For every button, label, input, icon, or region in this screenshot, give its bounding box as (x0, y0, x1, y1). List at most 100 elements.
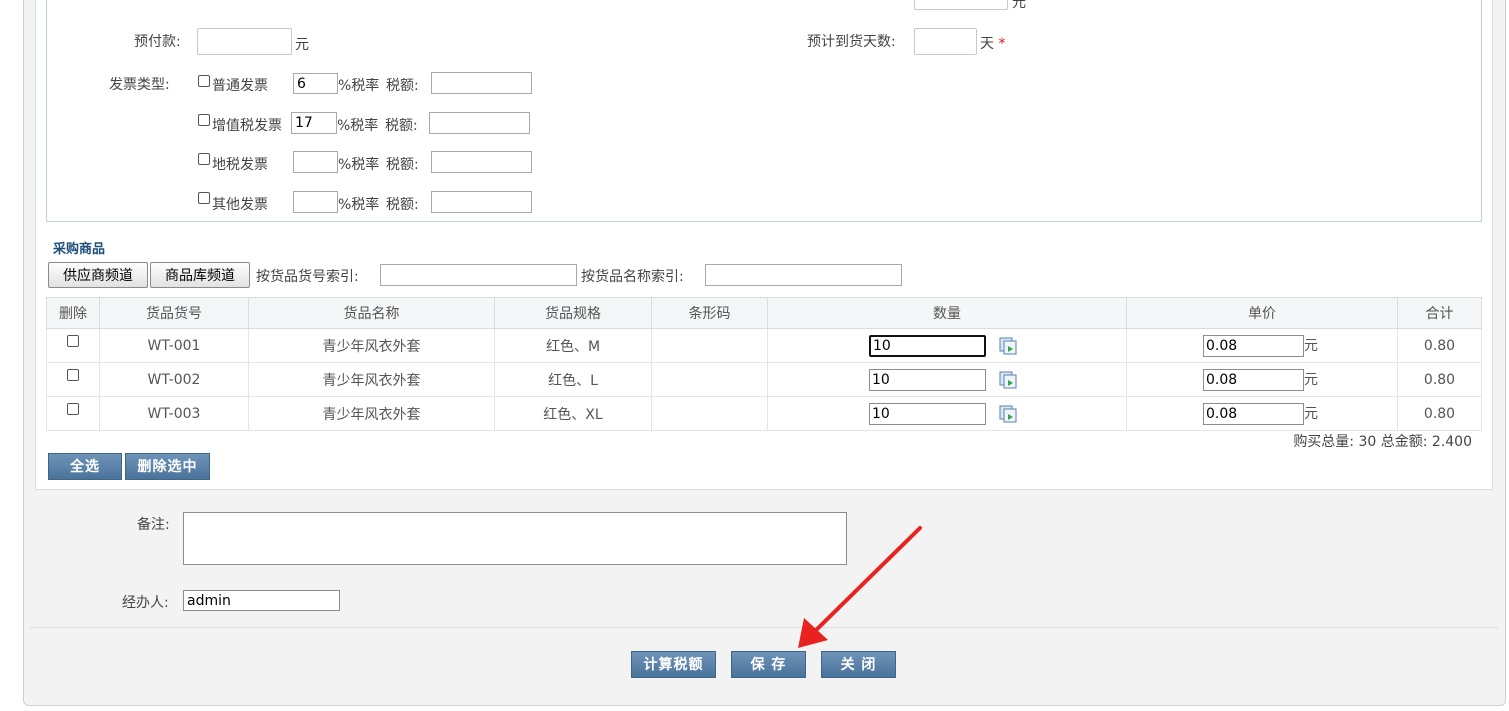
row-spec: 红色、L (494, 362, 652, 397)
handler-label: 经办人: (122, 595, 169, 611)
table-row: WT-002 青少年风衣外套 红色、L 元 0.80 (46, 362, 1482, 397)
prepay-unit: 元 (295, 37, 309, 53)
notes-textarea[interactable] (183, 512, 847, 565)
table-row: WT-001 青少年风衣外套 红色、M 元 0.80 (46, 328, 1482, 363)
row-price-cell: 元 (1126, 328, 1398, 363)
row-spec: 红色、XL (494, 396, 652, 431)
row-select-checkbox[interactable] (67, 368, 79, 381)
row-barcode (651, 396, 768, 431)
row-price-cell: 元 (1126, 362, 1398, 397)
row-spec: 红色、M (494, 328, 652, 363)
row-total: 0.80 (1397, 328, 1482, 363)
row-price-input[interactable] (1203, 368, 1304, 391)
row-price-input[interactable] (1203, 334, 1304, 357)
invoice-ordinary-tax-label: 税额: (386, 78, 419, 94)
copy-fill-icon[interactable] (999, 371, 1017, 389)
invoice-local-tax-checkbox[interactable] (198, 153, 210, 165)
handler-input[interactable] (183, 590, 340, 611)
invoice-vat-tax[interactable] (429, 112, 530, 134)
row-quantity-input[interactable] (869, 334, 986, 357)
supplier-channel-button[interactable]: 供应商频道 (48, 262, 148, 288)
row-select-checkbox[interactable] (67, 402, 79, 415)
invoice-other-tax-label: 税额: (386, 197, 419, 213)
order-summary: 购买总量: 30 总金额: 2.400 (1293, 434, 1472, 450)
copy-fill-icon[interactable] (999, 337, 1017, 355)
invoice-other-rate-suffix: %税率 (338, 197, 380, 213)
invoice-other-checkbox[interactable] (198, 192, 210, 204)
expected-days-unit: 天 * (980, 33, 1005, 53)
copy-fill-icon[interactable] (999, 405, 1017, 423)
notes-label: 备注: (137, 517, 170, 533)
calc-tax-button[interactable]: 计算税额 (631, 651, 716, 678)
goods-table: 删除 货品货号 货品名称 货品规格 条形码 数量 单价 合计 WT-001 青少… (46, 297, 1482, 431)
row-total: 0.80 (1397, 396, 1482, 431)
invoice-vat-rate[interactable] (291, 112, 337, 134)
col-price: 单价 (1126, 297, 1398, 329)
invoice-local-tax-label: 地税发票 (212, 157, 268, 173)
goods-section-title: 采购商品 (53, 242, 106, 257)
invoice-vat-checkbox[interactable] (198, 114, 210, 126)
invoice-ordinary-tax[interactable] (431, 72, 532, 94)
row-quantity-input[interactable] (869, 368, 986, 391)
invoice-ordinary-rate[interactable] (293, 73, 338, 94)
row-code: WT-001 (99, 328, 249, 363)
invoice-local-tax-tax-label: 税额: (386, 157, 419, 173)
select-all-button[interactable]: 全选 (48, 453, 122, 480)
row-barcode (651, 328, 768, 363)
row-code: WT-003 (99, 396, 249, 431)
top-partial-unit: 元 (1012, 0, 1026, 11)
row-code: WT-002 (99, 362, 249, 397)
col-quantity: 数量 (767, 297, 1127, 329)
invoice-vat-label: 增值税发票 (212, 118, 282, 134)
save-button[interactable]: 保 存 (731, 651, 806, 678)
row-delete-cell (46, 328, 100, 363)
row-price-unit: 元 (1304, 405, 1318, 422)
delete-selected-button[interactable]: 删除选中 (125, 453, 210, 480)
invoice-vat-rate-suffix: %税率 (337, 118, 379, 134)
invoice-ordinary-checkbox[interactable] (198, 75, 210, 87)
col-code: 货品货号 (99, 297, 249, 329)
name-search-label: 按货品名称索引: (581, 269, 684, 285)
goods-table-header: 删除 货品货号 货品名称 货品规格 条形码 数量 单价 合计 (46, 297, 1482, 329)
days-unit-text: 天 (980, 36, 994, 52)
row-total: 0.80 (1397, 362, 1482, 397)
close-button[interactable]: 关 闭 (821, 651, 896, 678)
row-delete-cell (46, 362, 100, 397)
required-mark: * (998, 36, 1006, 52)
invoice-local-tax-rate[interactable] (293, 151, 338, 173)
invoice-local-tax-tax[interactable] (431, 151, 532, 173)
invoice-other-rate[interactable] (293, 191, 338, 213)
invoice-other-tax[interactable] (431, 191, 532, 213)
col-name: 货品名称 (248, 297, 495, 329)
row-quantity-cell (767, 362, 1127, 397)
row-price-input[interactable] (1203, 402, 1304, 425)
col-total: 合计 (1397, 297, 1482, 329)
row-price-cell: 元 (1126, 396, 1398, 431)
library-channel-button[interactable]: 商品库频道 (150, 262, 250, 288)
row-price-unit: 元 (1304, 337, 1318, 354)
col-barcode: 条形码 (651, 297, 768, 329)
name-search-input[interactable] (705, 264, 902, 286)
invoice-local-tax-rate-suffix: %税率 (338, 157, 380, 173)
prepay-input[interactable] (197, 28, 292, 55)
col-spec: 货品规格 (494, 297, 652, 329)
invoice-type-label: 发票类型: (109, 77, 170, 93)
invoice-other-label: 其他发票 (212, 197, 268, 213)
red-arrow-annotation-icon (798, 526, 922, 648)
row-select-checkbox[interactable] (67, 334, 79, 347)
prepay-label: 预付款: (134, 34, 181, 50)
row-name: 青少年风衣外套 (248, 362, 495, 397)
row-quantity-cell (767, 328, 1127, 363)
row-quantity-input[interactable] (869, 402, 986, 425)
table-row: WT-003 青少年风衣外套 红色、XL 元 0.80 (46, 396, 1482, 431)
expected-days-input[interactable] (914, 28, 977, 55)
invoice-ordinary-label: 普通发票 (212, 78, 268, 94)
row-name: 青少年风衣外套 (248, 328, 495, 363)
code-search-label: 按货品货号索引: (256, 269, 359, 285)
col-delete: 删除 (46, 297, 100, 329)
expected-days-label: 预计到货天数: (807, 34, 896, 50)
row-delete-cell (46, 396, 100, 431)
row-name: 青少年风衣外套 (248, 396, 495, 431)
code-search-input[interactable] (380, 264, 577, 286)
top-partial-input[interactable] (914, 0, 1008, 10)
